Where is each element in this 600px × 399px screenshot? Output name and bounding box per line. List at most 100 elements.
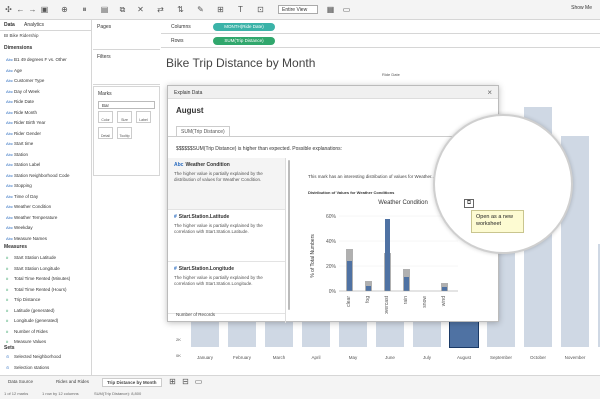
label-button[interactable]: Label	[136, 111, 151, 123]
swap-icon[interactable]: ⇄	[156, 5, 165, 14]
duplicate-icon[interactable]: ⧉	[118, 5, 127, 14]
field-label: Time of Day	[14, 193, 39, 199]
scrollbar[interactable]	[288, 160, 290, 310]
dist-x-label: wind	[441, 296, 447, 307]
highlight-icon[interactable]: ✎	[196, 5, 205, 14]
back-icon[interactable]: ←	[16, 5, 25, 14]
dist-bar-selected	[404, 277, 409, 291]
tab-trip-distance[interactable]: Trip Distance by Month	[102, 378, 162, 387]
measure-field[interactable]: # Start Station Longitude	[6, 266, 60, 271]
dist-bar-selected	[347, 261, 352, 291]
measure-field[interactable]: # Latitude (generated)	[6, 308, 55, 313]
data-source-name[interactable]: BI Bike Ridership	[4, 33, 39, 38]
dimension-field[interactable]: AbcStart time	[6, 141, 33, 146]
explanation-title: # Start.Station.Longitude	[174, 266, 235, 272]
tooltip-button[interactable]: Tooltip	[117, 127, 132, 139]
filters-card[interactable]: Filters	[93, 50, 160, 85]
sort-asc-icon[interactable]: ⇅	[176, 5, 185, 14]
columns-shelf[interactable]: Columns MONTH(Ride Date)	[161, 20, 600, 34]
field-label: Measure Values	[14, 339, 47, 344]
field-type-icon: Abc	[6, 120, 13, 125]
dimension-field[interactable]: AbcMeasure Names	[6, 236, 47, 241]
group-icon[interactable]: ⊞	[216, 5, 225, 14]
number-of-records-label[interactable]: Number of Records	[176, 312, 215, 317]
field-type-icon: Abc	[6, 88, 13, 94]
measure-field[interactable]: # Start Station Latitude	[6, 255, 56, 260]
tableau-logo-icon[interactable]: ✣	[4, 5, 13, 14]
show-me-button[interactable]: Show Me	[571, 5, 592, 11]
field-type-icon: Abc	[6, 162, 13, 167]
new-sheet-icon[interactable]: ▤	[100, 5, 109, 14]
measure-field[interactable]: # Trip Distance	[6, 297, 40, 302]
new-sheet-icon[interactable]: ⊞	[168, 377, 177, 386]
detail-button[interactable]: Detail	[98, 127, 113, 139]
color-button[interactable]: Color	[98, 111, 113, 123]
view-fit-dropdown[interactable]: Entire View	[278, 5, 318, 14]
measure-field[interactable]: # Total Time Rented (Minutes)	[6, 276, 70, 281]
save-icon[interactable]: ▣	[40, 5, 49, 14]
dimension-field[interactable]: AbcDay of Week	[6, 89, 40, 94]
tab-rides[interactable]: Rides and Rides	[52, 378, 93, 387]
field-label: Selection stations	[14, 364, 50, 370]
measure-field[interactable]: # Number of Rides	[6, 329, 48, 334]
dimension-field[interactable]: AbcRider Gender	[6, 131, 41, 136]
dimensions-heading: Dimensions	[4, 45, 33, 51]
x-label-september: September	[489, 355, 512, 360]
dimension-field[interactable]: AbcRide Date	[6, 99, 34, 104]
dimension-field[interactable]: AbcWeekday	[6, 225, 33, 230]
forward-icon[interactable]: →	[28, 5, 37, 14]
status-rows: 1 row by 12 columns	[42, 391, 79, 396]
new-data-source-icon[interactable]: ⊕	[60, 5, 69, 14]
set-field[interactable]: ⊙ Selection stations	[6, 365, 49, 370]
open-worksheet-icon[interactable]: ⧉	[464, 199, 474, 208]
new-dashboard-icon[interactable]: ⊟	[181, 377, 190, 386]
tab-data[interactable]: Data	[4, 22, 15, 28]
measures-heading: Measures	[4, 244, 28, 250]
tab-analytics[interactable]: Analytics	[24, 22, 44, 28]
x-label-october: October	[529, 355, 546, 360]
close-icon[interactable]: ×	[487, 88, 492, 97]
dimension-field[interactable]: AbcStation Label	[6, 162, 40, 167]
field-type-icon: #	[6, 339, 9, 344]
distribution-title: Distribution of Values for Weather Condi…	[308, 190, 395, 195]
tab-data-source[interactable]: Data Source	[4, 378, 37, 387]
dimension-icon: Abc	[174, 162, 184, 168]
dialog-month: August	[176, 106, 204, 115]
fix-axes-icon[interactable]: ⊡	[256, 5, 265, 14]
dimension-field[interactable]: AbcStopping	[6, 183, 32, 188]
measure-field[interactable]: # Total Time Rented (Hours)	[6, 287, 67, 292]
dimension-field[interactable]: AbcCustomer Type	[6, 78, 44, 83]
size-button[interactable]: Size	[117, 111, 132, 123]
dimension-field[interactable]: AbcStation Neighborhood Code	[6, 173, 70, 178]
pause-icon[interactable]: ⏸	[80, 5, 89, 14]
new-story-icon[interactable]: ▭	[194, 377, 203, 386]
dimension-field[interactable]: AbcB1 49 degrees F vs. Other	[6, 57, 67, 62]
explanation-title: Abc Weather Condition	[174, 162, 230, 168]
presentation-icon[interactable]: ▭	[342, 5, 351, 14]
dimension-field[interactable]: AbcWeather Temperature	[6, 215, 57, 220]
set-field[interactable]: ⊙ Selected Neighborhood	[6, 354, 61, 359]
x-label-july: July	[422, 355, 431, 360]
dimension-field[interactable]: AbcRide Month	[6, 110, 37, 115]
pages-card[interactable]: Pages	[93, 20, 160, 50]
mark-type-select[interactable]: Bar	[98, 101, 155, 109]
clear-icon[interactable]: ✕	[136, 5, 145, 14]
dimension-field[interactable]: AbcWeather Condition	[6, 204, 51, 209]
x-label-april: April	[311, 355, 321, 360]
field-label: Longitude (generated)	[14, 318, 59, 323]
label-icon[interactable]: T	[236, 5, 245, 14]
dimension-field[interactable]: AbcTime of Day	[6, 194, 38, 199]
explanation-weather[interactable]: Abc Weather Condition The higher value is…	[168, 158, 285, 210]
columns-pill[interactable]: MONTH(Ride Date)	[213, 23, 275, 31]
measure-field[interactable]: # Longitude (generated)	[6, 318, 58, 323]
x-label-june: June	[385, 355, 395, 360]
dimension-field[interactable]: AbcRider Birth Year	[6, 120, 46, 125]
measure-field[interactable]: # Measure Values	[6, 339, 46, 344]
dimension-field[interactable]: AbcAge	[6, 68, 22, 73]
status-sum: SUM(Trip Distance): 8,800	[94, 391, 142, 396]
chart-icon[interactable]: ▦	[326, 5, 335, 14]
explanation-longitude[interactable]: # Start.Station.Longitude The higher valu…	[168, 262, 285, 314]
explanation-latitude[interactable]: # Start.Station.Latitude The higher value…	[168, 210, 285, 262]
dimension-field[interactable]: AbcStation	[6, 152, 28, 157]
field-label: Stopping	[14, 183, 32, 188]
